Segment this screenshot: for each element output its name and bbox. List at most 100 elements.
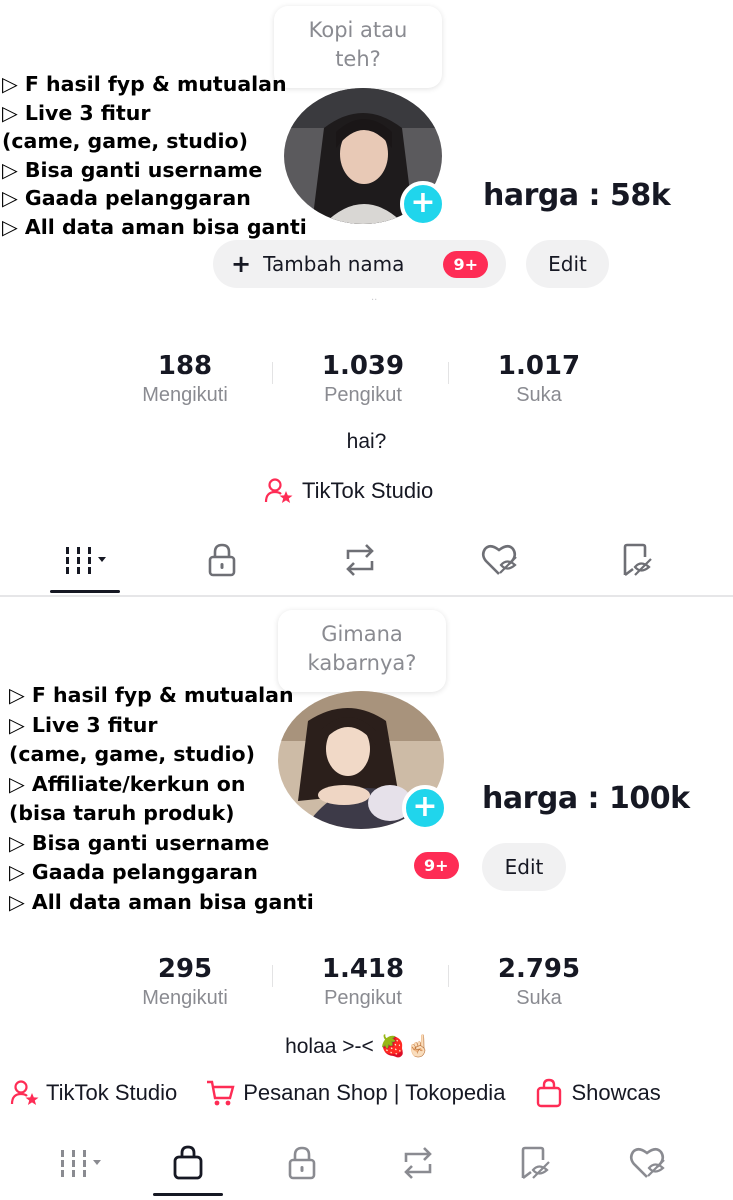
feature-line: ▷ Affiliate/kerkun on bbox=[9, 771, 246, 796]
liked-icon bbox=[629, 1147, 665, 1178]
following-stat[interactable]: 295 Mengikuti bbox=[95, 953, 275, 1011]
feature-line: ▷ Live 3 fitur bbox=[2, 100, 151, 125]
shop-bag-icon bbox=[537, 1078, 562, 1108]
bio-text: hai? bbox=[346, 430, 387, 453]
followers-label: Pengikut bbox=[324, 384, 402, 406]
tab-reposts[interactable] bbox=[388, 1135, 448, 1191]
note-line-1: Kopi atau bbox=[308, 18, 408, 42]
showcase-label: Showcas bbox=[571, 1080, 661, 1105]
following-stat[interactable]: 188 Mengikuti bbox=[95, 350, 275, 408]
liked-icon bbox=[481, 544, 517, 575]
followers-stat[interactable]: 1.418 Pengikut bbox=[275, 953, 451, 1011]
links-row: TikTok Studio Pesanan Shop | Tokopedia S… bbox=[10, 1078, 661, 1108]
feature-line: ▷ Bisa ganti username bbox=[2, 157, 263, 182]
links-row: TikTok Studio bbox=[264, 477, 433, 505]
note-line-2: teh? bbox=[335, 47, 381, 71]
feature-line: ▷ Live 3 fitur bbox=[9, 712, 158, 737]
ellipsis-dots: ·· bbox=[371, 295, 378, 306]
content-tab-bar bbox=[0, 1135, 733, 1197]
creator-star-icon bbox=[264, 478, 293, 503]
feature-line: (bisa taruh produk) bbox=[9, 801, 235, 825]
shop-bag-icon bbox=[173, 1145, 203, 1180]
active-tab-indicator bbox=[153, 1193, 223, 1196]
edit-label: Edit bbox=[504, 855, 544, 879]
tiktok-studio-link[interactable]: TikTok Studio bbox=[10, 1079, 177, 1107]
tab-liked[interactable] bbox=[470, 532, 530, 588]
notification-badge: 9+ bbox=[443, 250, 488, 278]
add-plus-icon[interactable]: + bbox=[402, 785, 448, 831]
tab-favorites[interactable] bbox=[505, 1135, 565, 1191]
followers-label: Pengikut bbox=[324, 987, 402, 1009]
shop-orders-link[interactable]: Pesanan Shop | Tokopedia bbox=[205, 1079, 505, 1107]
feature-list: ▷ F hasil fyp & mutualan ▷ Live 3 fitur … bbox=[2, 70, 307, 241]
add-name-label: Tambah nama bbox=[263, 252, 405, 276]
followers-count: 1.039 bbox=[321, 351, 405, 381]
following-label: Mengikuti bbox=[142, 384, 228, 406]
followers-count: 1.418 bbox=[321, 954, 405, 984]
note-bubble[interactable]: Gimana kabarnya? bbox=[278, 610, 446, 692]
notification-badge: 9+ bbox=[414, 852, 459, 879]
feature-line: ▷ Bisa ganti username bbox=[9, 830, 270, 855]
lock-icon bbox=[208, 543, 236, 577]
likes-stat[interactable]: 1.017 Suka bbox=[451, 350, 627, 408]
likes-count: 1.017 bbox=[497, 351, 581, 381]
profile-panel-2: Gimana kabarnya? + ▷ F hasil fyp & mutua… bbox=[0, 597, 733, 1200]
videos-grid-icon bbox=[66, 547, 106, 574]
add-plus-icon[interactable]: + bbox=[400, 181, 446, 227]
repost-icon bbox=[404, 1147, 432, 1179]
shopping-cart-icon bbox=[207, 1080, 235, 1106]
likes-count: 2.795 bbox=[497, 954, 581, 984]
note-line-1: Gimana bbox=[321, 622, 403, 646]
feature-line: (came, game, studio) bbox=[2, 129, 248, 153]
tab-private[interactable] bbox=[272, 1135, 332, 1191]
plus-icon: + bbox=[231, 250, 252, 278]
tab-shop[interactable] bbox=[153, 1135, 223, 1191]
tiktok-studio-label: TikTok Studio bbox=[46, 1080, 178, 1105]
active-tab-indicator bbox=[50, 590, 120, 593]
stat-divider bbox=[448, 362, 449, 384]
content-tab-bar bbox=[0, 532, 733, 594]
lock-icon bbox=[288, 1146, 316, 1180]
feature-line: ▷ Gaada pelanggaran bbox=[2, 186, 251, 210]
favorites-icon bbox=[521, 1146, 550, 1180]
shop-orders-label: Pesanan Shop | Tokopedia bbox=[243, 1080, 506, 1105]
likes-stat[interactable]: 2.795 Suka bbox=[451, 953, 627, 1011]
feature-line: ▷ Gaada pelanggaran bbox=[9, 860, 258, 884]
profile-panel-1: Kopi atau teh? + ▷ F hasil fyp & mutuala… bbox=[0, 0, 733, 596]
notification-badge-wrap[interactable]: 9+ bbox=[414, 852, 459, 879]
edit-button[interactable]: Edit bbox=[482, 843, 566, 891]
edit-button[interactable]: Edit bbox=[526, 240, 609, 288]
tiktok-studio-link[interactable]: TikTok Studio bbox=[264, 477, 433, 505]
tab-favorites[interactable] bbox=[607, 532, 667, 588]
videos-grid-icon bbox=[61, 1150, 101, 1177]
following-label: Mengikuti bbox=[142, 987, 228, 1009]
following-count: 188 bbox=[157, 351, 213, 381]
tab-reposts[interactable] bbox=[330, 532, 390, 588]
tab-videos[interactable] bbox=[50, 532, 120, 588]
followers-stat[interactable]: 1.039 Pengikut bbox=[275, 350, 451, 408]
stat-divider bbox=[448, 965, 449, 987]
feature-line: ▷ F hasil fyp & mutualan bbox=[9, 683, 294, 707]
stat-divider bbox=[272, 362, 273, 384]
favorites-icon bbox=[623, 543, 652, 577]
add-name-button[interactable]: + Tambah nama 9+ bbox=[213, 240, 506, 288]
tab-private[interactable] bbox=[192, 532, 252, 588]
feature-line: ▷ All data aman bisa ganti bbox=[2, 214, 307, 239]
following-count: 295 bbox=[157, 954, 213, 984]
tab-liked[interactable] bbox=[618, 1135, 678, 1191]
stat-divider bbox=[272, 965, 273, 987]
price-label: harga : 100k bbox=[482, 781, 690, 816]
tab-videos[interactable] bbox=[45, 1135, 115, 1191]
bio-text: holaa >-< 🍓☝🏻 bbox=[285, 1035, 432, 1058]
likes-label: Suka bbox=[516, 987, 562, 1009]
price-label: harga : 58k bbox=[483, 178, 671, 213]
stats-row: 295 Mengikuti 1.418 Pengikut 2.795 Suka bbox=[95, 953, 627, 1011]
feature-line: ▷ All data aman bisa ganti bbox=[9, 889, 314, 914]
note-line-2: kabarnya? bbox=[307, 651, 417, 675]
feature-line: (came, game, studio) bbox=[9, 742, 255, 766]
showcase-link[interactable]: Showcas bbox=[535, 1078, 661, 1108]
likes-label: Suka bbox=[516, 384, 562, 406]
tiktok-studio-label: TikTok Studio bbox=[302, 478, 434, 503]
feature-list: ▷ F hasil fyp & mutualan ▷ Live 3 fitur … bbox=[9, 681, 314, 917]
repost-icon bbox=[346, 544, 374, 576]
